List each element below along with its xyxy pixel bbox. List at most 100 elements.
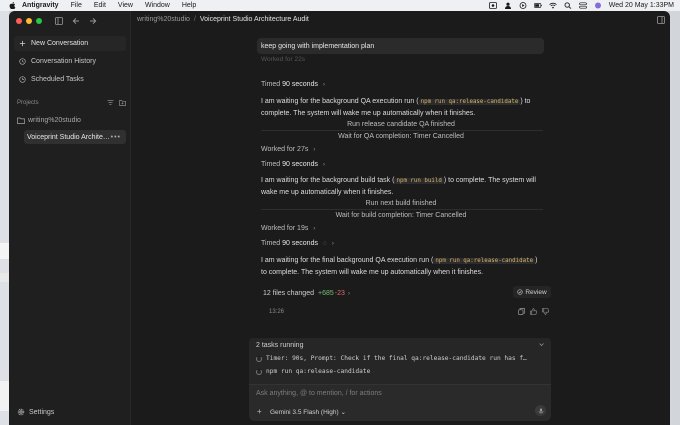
plus-icon	[18, 40, 26, 48]
sidebar-item-scheduled-tasks[interactable]: Scheduled Tasks	[14, 73, 126, 86]
chat-input-box[interactable]: Ask anything, @ to mention, / for action…	[249, 384, 551, 421]
new-conversation-label: New Conversation	[31, 40, 89, 47]
control-icon[interactable]	[488, 2, 497, 9]
zoom-window-button[interactable]	[36, 18, 42, 24]
nav-controls	[54, 16, 97, 25]
user-message-text: keep going with implementation plan	[261, 42, 375, 50]
conversation-label: Voiceprint Studio Archite…	[27, 133, 110, 141]
worked-for-label: Worked for 27s	[261, 146, 309, 153]
back-arrow-icon[interactable]	[71, 16, 80, 25]
settings-label: Settings	[29, 408, 55, 416]
model-label: Gemini 3.5 Flash (High)	[270, 409, 339, 416]
app-window: New Conversation Conversation History Sc…	[9, 11, 670, 425]
sidebar-item-label: Scheduled Tasks	[31, 76, 84, 83]
loading-icon: ◌	[322, 240, 327, 247]
panel-toggle-icon[interactable]	[657, 16, 665, 24]
chevron-down-icon: ⌄	[340, 409, 346, 416]
profile-icon[interactable]	[504, 2, 512, 9]
apple-icon[interactable]	[8, 2, 16, 10]
chevron-right-icon: ›	[347, 289, 351, 297]
sidebar-toggle-icon[interactable]	[54, 16, 63, 25]
task-item[interactable]: npm run qa:release-candidate	[256, 368, 546, 375]
menu-edit[interactable]: Edit	[94, 2, 106, 9]
task-label: npm run qa:release-candidate	[266, 368, 371, 375]
divider	[261, 130, 543, 131]
sidebar-item-conversation-history[interactable]: Conversation History	[14, 55, 126, 68]
app-menu[interactable]: Antigravity	[22, 2, 59, 9]
new-conversation-button[interactable]: New Conversation	[14, 36, 126, 51]
minimize-window-button[interactable]	[26, 18, 32, 24]
timed-status[interactable]: Timed 90 seconds ◌ ›	[261, 240, 334, 247]
user-message: keep going with implementation plan	[257, 38, 544, 54]
menu-help[interactable]: Help	[182, 2, 196, 9]
review-icon	[517, 289, 523, 295]
chat-input-placeholder[interactable]: Ask anything, @ to mention, / for action…	[256, 390, 382, 397]
sidebar: New Conversation Conversation History Sc…	[9, 11, 131, 425]
worked-for-label: Worked for 19s	[261, 225, 309, 232]
search-icon[interactable]	[564, 2, 572, 9]
step-status[interactable]: Wait for build completion: Timer Cancell…	[261, 212, 541, 219]
background-window-fragment	[0, 273, 9, 282]
siri-icon[interactable]	[594, 2, 602, 9]
timed-value: 90 seconds	[282, 161, 318, 168]
inline-code: npm run qa:release-candidate	[433, 258, 536, 264]
project-tools	[107, 99, 126, 106]
additions-count: +685	[317, 289, 334, 297]
tasks-header[interactable]: 2 tasks running	[256, 342, 303, 349]
thumbs-up-icon[interactable]	[530, 308, 537, 315]
history-icon	[18, 58, 26, 66]
task-item[interactable]: Timer: 90s, Prompt: Check if the final q…	[256, 355, 546, 362]
more-options-icon[interactable]: •••	[111, 134, 121, 141]
copy-icon[interactable]	[518, 308, 525, 315]
breadcrumb-separator: /	[193, 16, 196, 23]
message-actions	[518, 308, 549, 315]
chevron-right-icon: ›	[313, 225, 316, 232]
deletions-count: -23	[334, 289, 345, 297]
forward-arrow-icon[interactable]	[88, 16, 97, 25]
assistant-message: I am waiting for the background QA execu…	[261, 96, 541, 119]
microphone-icon[interactable]	[535, 405, 546, 416]
menu-file[interactable]: File	[71, 2, 82, 9]
message-text: I am waiting for the final background QA…	[261, 257, 434, 264]
worked-for-toggle[interactable]: Worked for 27s ›	[261, 146, 315, 153]
model-selector[interactable]: Gemini 3.5 Flash (High) ⌄	[270, 408, 346, 416]
step-status[interactable]: Wait for QA completion: Timer Cancelled	[261, 133, 541, 140]
files-changed-summary[interactable]: 12 files changed +685 -23 › Review	[261, 286, 553, 299]
new-folder-icon[interactable]	[119, 99, 126, 106]
thumbs-down-icon[interactable]	[542, 308, 549, 315]
filter-icon[interactable]	[107, 99, 114, 106]
chevron-right-icon: ›	[322, 81, 326, 88]
menu-view[interactable]: View	[118, 2, 133, 9]
close-window-button[interactable]	[16, 18, 22, 24]
worked-for-toggle[interactable]: Worked for 19s ›	[261, 225, 315, 232]
message-text: I am waiting for the background QA execu…	[261, 98, 419, 105]
desktop-right-edge	[670, 11, 680, 425]
step-status[interactable]: Run next build finished	[261, 200, 541, 207]
inline-code: npm run qa:release-candidate	[418, 99, 521, 105]
wifi-icon[interactable]	[548, 2, 557, 9]
chevron-down-icon[interactable]	[538, 341, 545, 348]
divider	[261, 209, 543, 210]
assistant-message: I am waiting for the background build ta…	[261, 175, 541, 198]
sidebar-item-label: Conversation History	[31, 58, 96, 65]
message-timestamp: 13:26	[269, 309, 285, 315]
control-center-icon[interactable]	[578, 2, 587, 9]
folder-icon	[17, 117, 25, 124]
sidebar-item-active-conversation[interactable]: Voiceprint Studio Archite… •••	[24, 130, 126, 144]
project-folder-label: writing%20studio	[28, 117, 81, 124]
menu-window[interactable]: Window	[145, 2, 170, 9]
battery-icon[interactable]	[533, 2, 542, 9]
breadcrumb-workspace[interactable]: writing%20studio	[137, 16, 190, 23]
timed-status[interactable]: Timed 90 seconds ›	[261, 161, 325, 168]
media-icon[interactable]	[519, 2, 527, 9]
menubar-clock[interactable]: Wed 20 May 1:33PM	[609, 2, 674, 9]
project-folder[interactable]: writing%20studio	[17, 117, 81, 124]
timed-prefix: Timed	[261, 81, 281, 88]
running-tasks-panel: 2 tasks running Timer: 90s, Prompt: Chec…	[249, 338, 551, 384]
inline-code: npm run build	[394, 178, 444, 184]
timed-status[interactable]: Timed 90 seconds ›	[261, 81, 325, 88]
settings-button[interactable]: Settings	[17, 408, 54, 416]
step-status[interactable]: Run release candidate QA finished	[261, 121, 541, 128]
add-context-button[interactable]: +	[257, 407, 262, 416]
review-button[interactable]: Review	[513, 286, 551, 298]
